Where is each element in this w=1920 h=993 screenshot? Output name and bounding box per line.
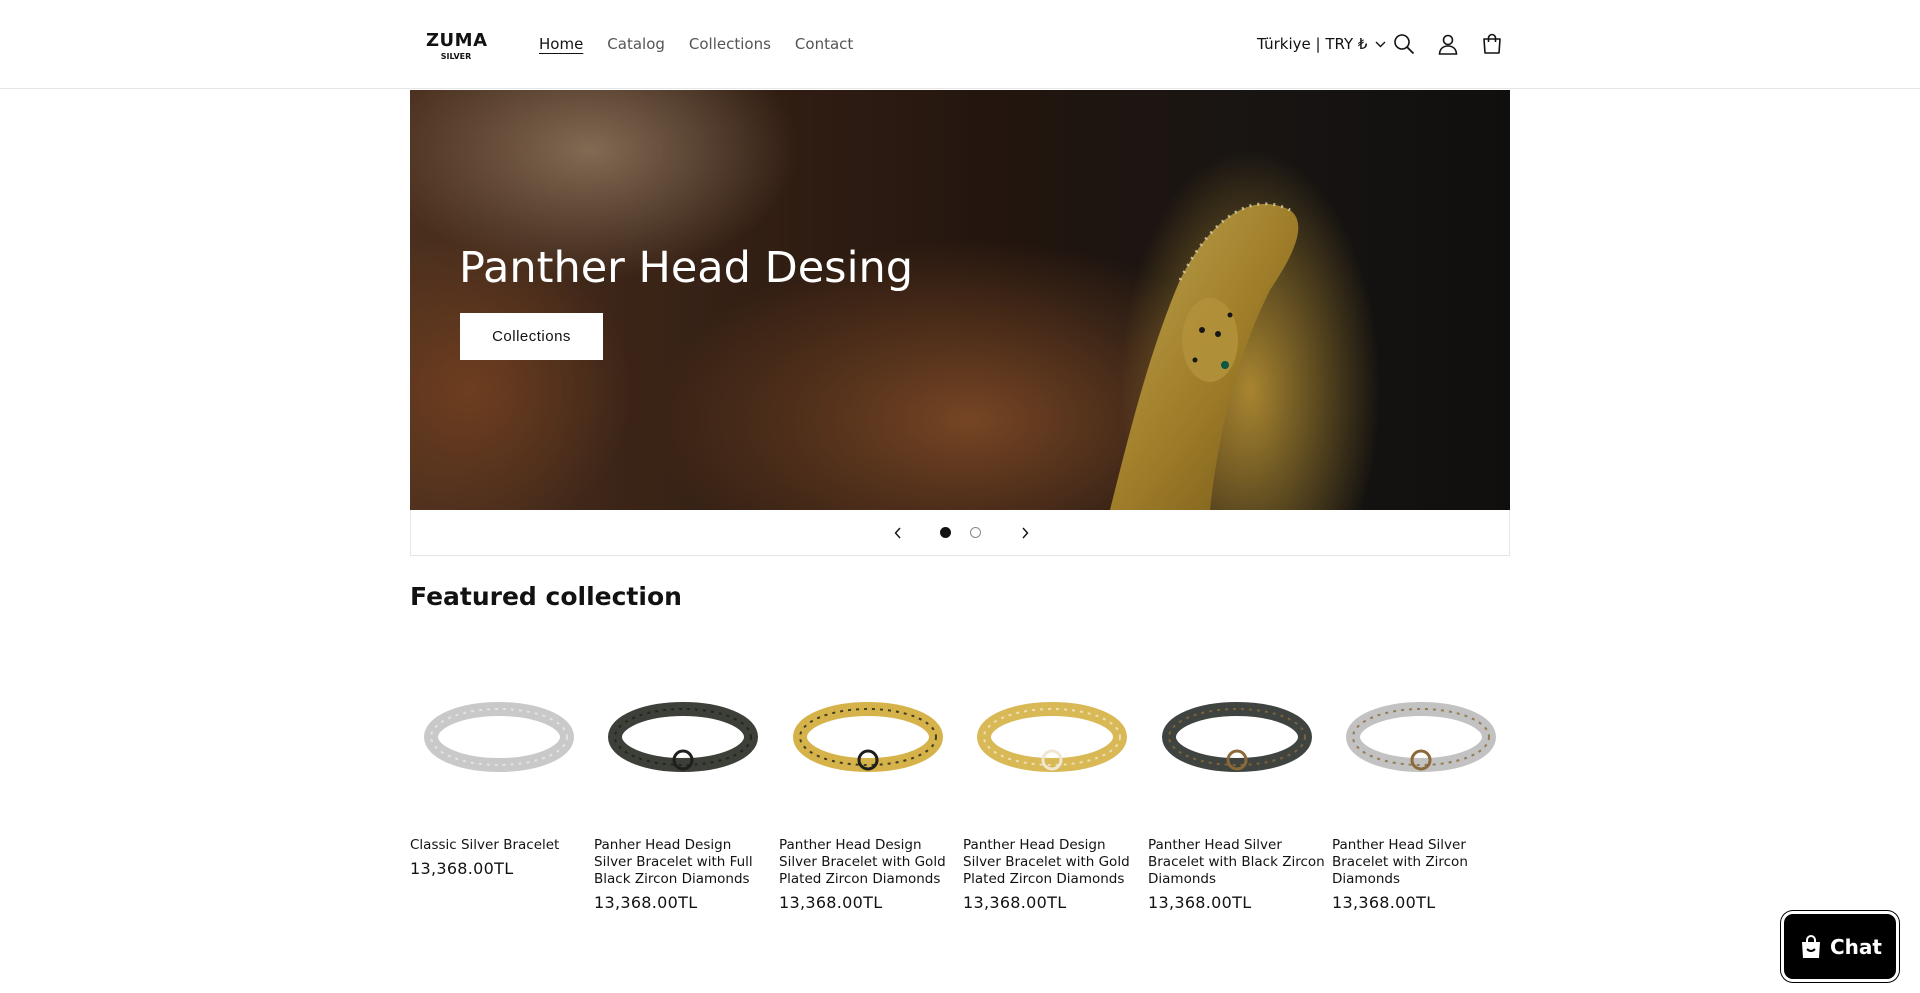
site-logo[interactable]: ZUMA SILVER [426,30,488,62]
product-card[interactable]: Panther Head Design Silver Bracelet with… [963,648,1141,913]
account-icon[interactable] [1436,32,1460,56]
chevron-down-icon [1375,41,1386,48]
hero-collections-button[interactable]: Collections [460,313,603,360]
product-image[interactable] [1332,648,1510,826]
nav-collections[interactable]: Collections [689,34,771,54]
product-card[interactable]: Panther Head Silver Bracelet with Black … [1148,648,1326,913]
product-image[interactable] [963,648,1141,826]
chat-label: Chat [1830,934,1882,959]
product-image[interactable] [410,648,588,826]
product-price: 13,368.00TL [1148,893,1252,912]
logo-wordmark: ZUMA [426,30,488,51]
locale-selector[interactable]: Türkiye | TRY ₺ [1257,34,1386,54]
product-image[interactable] [594,648,772,826]
product-image[interactable] [779,648,957,826]
hero-overlay [410,90,1510,510]
hero-slideshow: Panther Head Desing Collections [410,90,1510,510]
chat-button[interactable]: Chat [1781,911,1899,982]
search-icon[interactable] [1392,32,1416,56]
shopping-bag-icon [1798,934,1824,960]
product-card[interactable]: Panther Head Design Silver Bracelet with… [779,648,957,913]
chevron-right-icon[interactable] [1016,524,1034,542]
product-name[interactable]: Panther Head Design Silver Bracelet with… [963,837,1141,888]
product-name[interactable]: Panther Head Silver Bracelet with Zircon… [1332,837,1510,888]
product-name[interactable]: Panther Head Design Silver Bracelet with… [779,837,957,888]
nav-catalog[interactable]: Catalog [607,34,665,54]
product-name[interactable]: Classic Silver Bracelet [410,837,588,854]
product-name[interactable]: Panher Head Design Silver Bracelet with … [594,837,772,888]
main-nav: Home Catalog Collections Contact [539,34,877,54]
featured-collection-title: Featured collection [410,582,682,611]
nav-contact[interactable]: Contact [795,34,853,54]
product-card[interactable]: Panther Head Silver Bracelet with Zircon… [1332,648,1510,913]
slideshow-controls [410,510,1510,556]
product-price: 13,368.00TL [594,893,698,912]
product-price: 13,368.00TL [963,893,1067,912]
product-image[interactable] [1148,648,1326,826]
logo-subtitle: SILVER [440,52,472,61]
product-card[interactable]: Panher Head Design Silver Bracelet with … [594,648,772,913]
product-price: 13,368.00TL [410,859,514,878]
product-name[interactable]: Panther Head Silver Bracelet with Black … [1148,837,1326,888]
cart-icon[interactable] [1480,32,1504,56]
product-price: 13,368.00TL [1332,893,1436,912]
locale-label: Türkiye | TRY ₺ [1257,35,1368,53]
slide-dot-1[interactable] [940,527,951,538]
hero-title: Panther Head Desing [459,243,914,293]
product-price: 13,368.00TL [779,893,883,912]
nav-home[interactable]: Home [539,34,583,54]
slide-dot-2[interactable] [970,527,981,538]
site-header: ZUMA SILVER Home Catalog Collections Con… [0,0,1920,89]
chevron-left-icon[interactable] [889,524,907,542]
product-card[interactable]: Classic Silver Bracelet 13,368.00TL [410,648,588,879]
